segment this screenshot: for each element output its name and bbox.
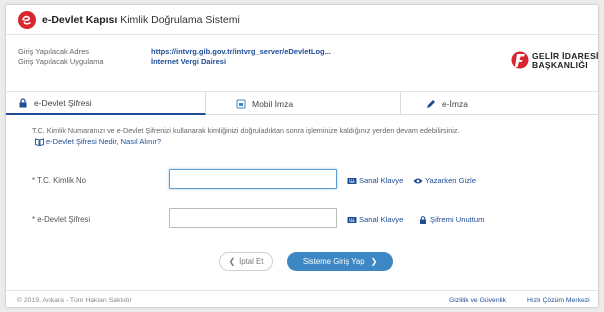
cancel-button-label: İptal Et: [239, 257, 264, 266]
tab-mobile-signature-label: Mobil İmza: [252, 98, 294, 109]
cancel-button[interactable]: ❮ İptal Et: [219, 252, 273, 271]
copyright-text: © 2019, Ankara - Tüm Hakları Saklıdır: [17, 297, 132, 304]
password-input[interactable]: [169, 208, 337, 228]
tab-mobile-signature[interactable]: Mobil İmza: [206, 92, 401, 115]
eye-icon: [413, 178, 423, 183]
pen-icon: [427, 99, 435, 108]
sim-card-icon: [236, 99, 246, 108]
forgot-password-label: Şifremi Unuttum: [430, 215, 485, 224]
help-link[interactable]: e-Devlet Şifresi Nedir, Nasıl Alınır?: [35, 137, 161, 146]
gib-logo: GELİR İDARESİ BAŞKANLIĞI: [511, 48, 598, 74]
lock-icon: [19, 97, 27, 107]
keyboard-icon: [347, 177, 357, 184]
info-labels: Giriş Yapılacak Adres Giriş Yapılacak Uy…: [18, 47, 104, 67]
footer: © 2019, Ankara - Tüm Hakları Saklıdır Gi…: [6, 290, 598, 308]
description-text: T.C. Kimlik Numaranızı ve e-Devlet Şifre…: [32, 126, 460, 135]
lock-icon: [420, 215, 426, 224]
help-center-link[interactable]: Hızlı Çözüm Merkezi: [527, 297, 590, 304]
tc-label: * T.C. Kimlik No: [32, 176, 87, 185]
forgot-password-link[interactable]: Şifremi Unuttum: [418, 215, 484, 224]
header-title-rest: Kimlik Doğrulama Sistemi: [117, 14, 240, 26]
edevlet-logo-icon: [18, 11, 36, 29]
virtual-keyboard-label: Sanal Klavye: [359, 176, 404, 185]
gib-logo-text: GELİR İDARESİ BAŞKANLIĞI: [532, 52, 599, 70]
info-values: https://intvrg.gib.gov.tr/intvrg_server/…: [151, 47, 331, 67]
login-method-tabs: e-Devlet Şifresi Mobil İmza e-İmza: [6, 91, 598, 115]
chevron-right-icon: ❯: [370, 257, 378, 266]
tab-e-signature-label: e-İmza: [442, 98, 468, 109]
chevron-left-icon: ❮: [228, 257, 236, 266]
address-label: Giriş Yapılacak Adres: [18, 47, 90, 56]
hide-while-typing-label: Yazarken Gizle: [425, 176, 476, 185]
login-button-label: Sisteme Giriş Yap: [302, 257, 365, 266]
virtual-keyboard-link-1[interactable]: Sanal Klavye: [347, 176, 403, 185]
virtual-keyboard-link-2[interactable]: Sanal Klavye: [347, 215, 403, 224]
tab-e-signature[interactable]: e-İmza: [401, 92, 598, 115]
tab-edevlet-password-label: e-Devlet Şifresi: [34, 97, 92, 108]
password-label: * e-Devlet Şifresi: [32, 215, 91, 224]
gib-logo-line2: BAŞKANLIĞI: [532, 60, 588, 70]
tc-kimlik-input[interactable]: [169, 169, 337, 189]
keyboard-icon: [347, 216, 357, 223]
header-title: e-Devlet Kapısı Kimlik Doğrulama Sistemi: [42, 14, 240, 26]
login-window: e-Devlet Kapısı Kimlik Doğrulama Sistemi…: [5, 4, 599, 308]
privacy-link[interactable]: Gizlilik ve Güvenlik: [449, 297, 506, 304]
header-title-bold: e-Devlet Kapısı: [42, 14, 118, 26]
hide-while-typing-toggle[interactable]: Yazarken Gizle: [413, 176, 476, 185]
virtual-keyboard-label: Sanal Klavye: [359, 215, 404, 224]
app-value: İnternet Vergi Dairesi: [151, 57, 227, 66]
address-value: https://intvrg.gib.gov.tr/intvrg_server/…: [151, 47, 331, 56]
gib-logo-icon: [511, 51, 529, 69]
book-icon: [35, 137, 44, 146]
login-button[interactable]: Sisteme Giriş Yap ❯: [287, 252, 393, 271]
tab-edevlet-password[interactable]: e-Devlet Şifresi: [6, 92, 206, 115]
help-link-text: e-Devlet Şifresi Nedir, Nasıl Alınır?: [46, 137, 162, 146]
app-label: Giriş Yapılacak Uygulama: [18, 57, 104, 66]
header: e-Devlet Kapısı Kimlik Doğrulama Sistemi: [6, 5, 598, 35]
